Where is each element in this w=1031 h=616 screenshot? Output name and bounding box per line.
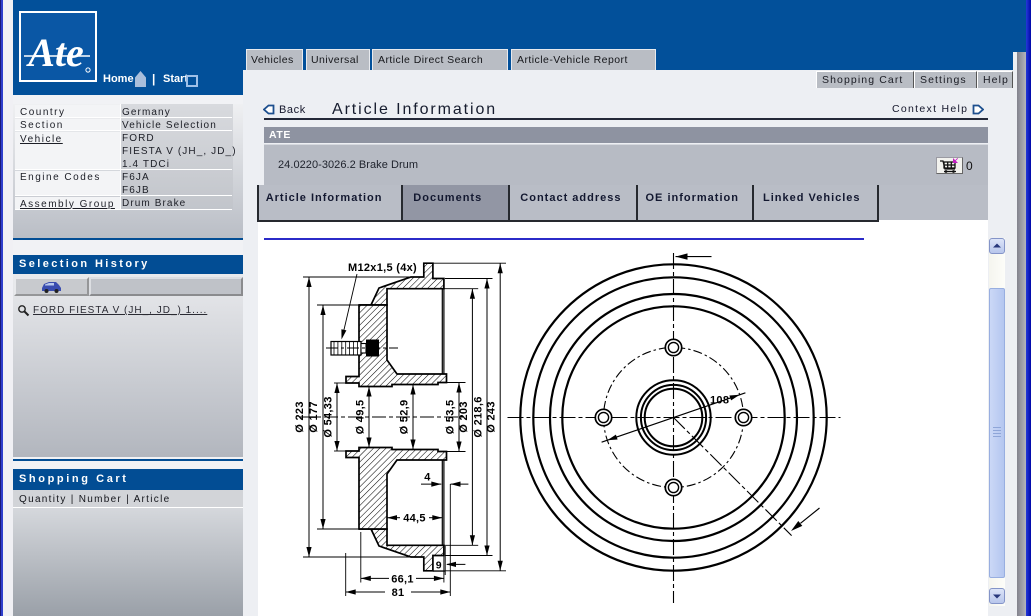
svg-text:9: 9 [436,560,442,572]
svg-text:66,1: 66,1 [391,573,414,585]
svg-text:Ø 223: Ø 223 [294,401,306,432]
svg-text:4: 4 [424,472,431,484]
svg-text:M12x1,5 (4x): M12x1,5 (4x) [348,262,417,274]
svg-text:Ø 203: Ø 203 [458,401,470,432]
svg-text:Ø 54,33: Ø 54,33 [323,396,335,437]
svg-text:108: 108 [710,395,729,407]
svg-text:Ø 177: Ø 177 [308,401,320,432]
svg-text:Ø 52,9: Ø 52,9 [399,400,411,435]
svg-text:Ø 53,5: Ø 53,5 [445,400,457,435]
svg-text:Ø 218,6: Ø 218,6 [473,396,485,437]
svg-text:Ø 243: Ø 243 [486,401,498,432]
svg-text:81: 81 [392,587,405,599]
svg-text:44,5: 44,5 [403,513,426,525]
svg-text:Ø 49,5: Ø 49,5 [355,400,367,435]
